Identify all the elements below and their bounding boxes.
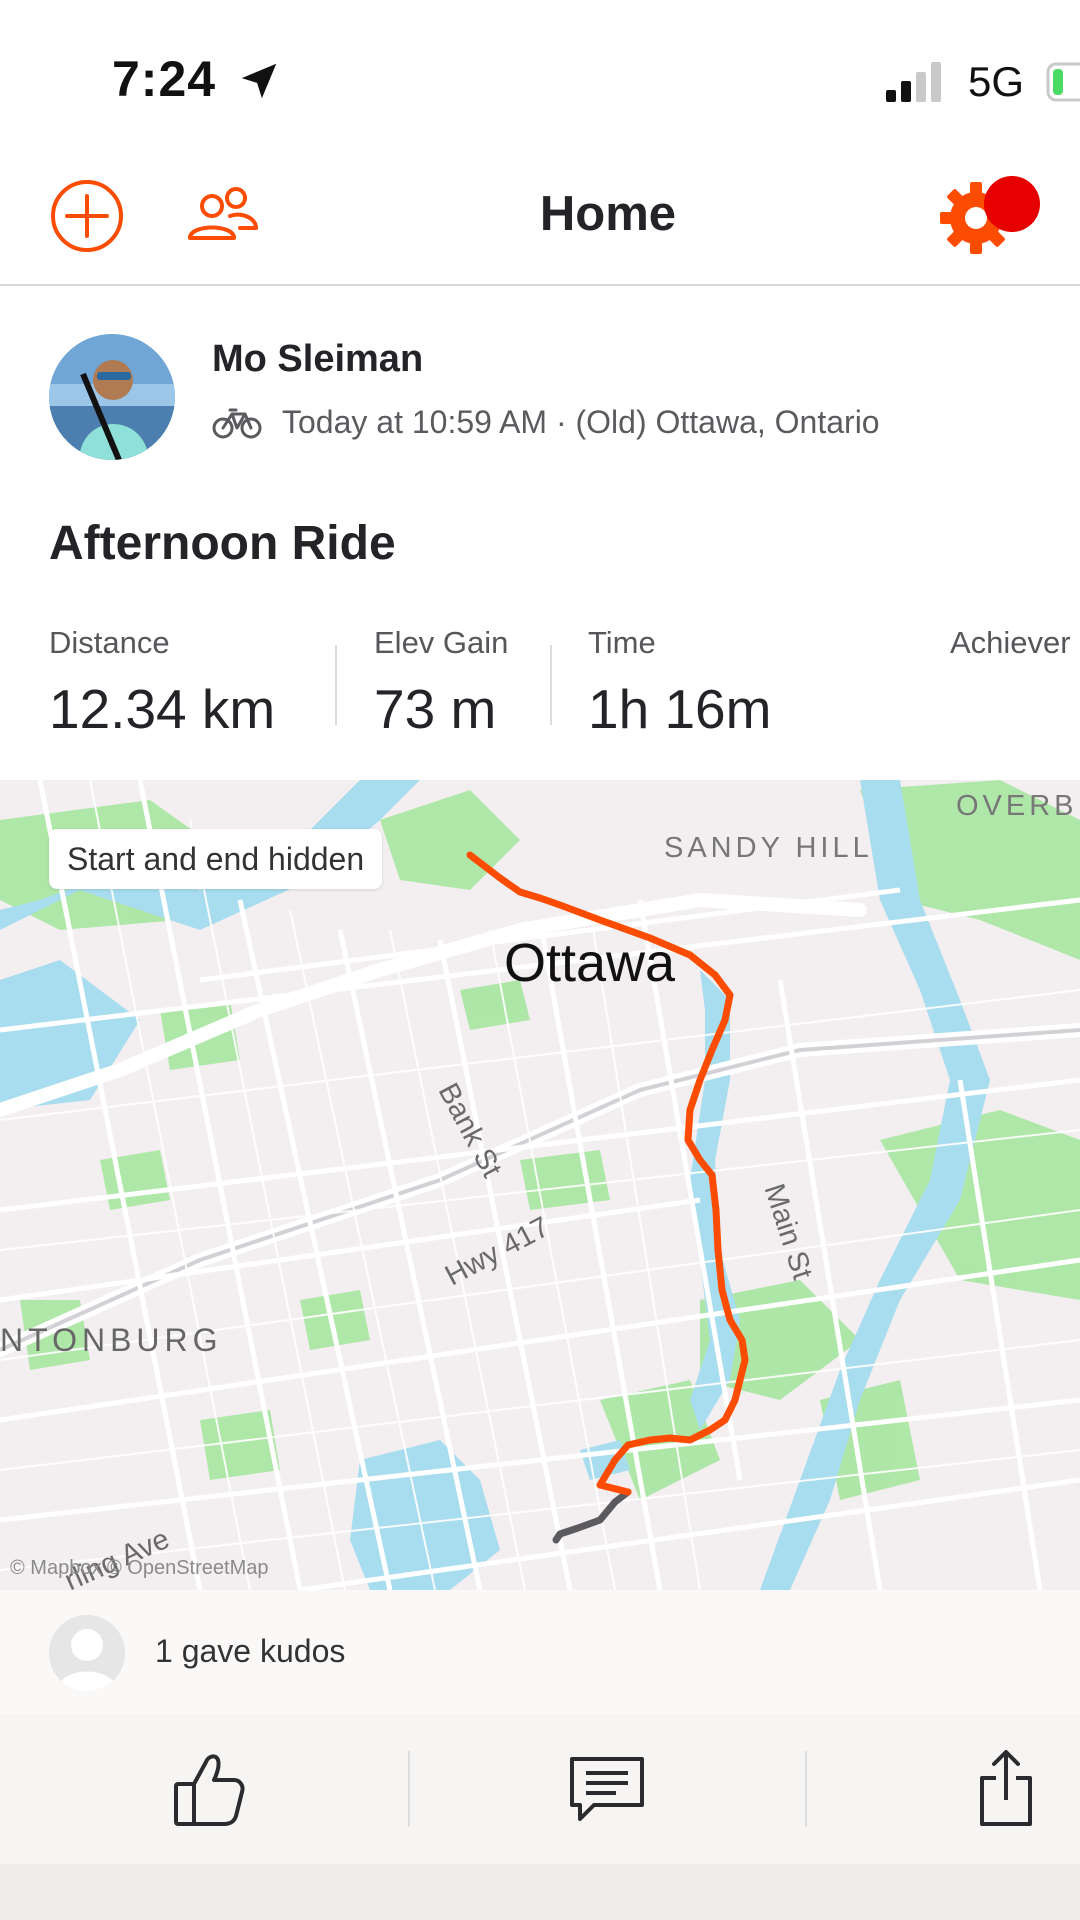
athlete-avatar[interactable] (49, 334, 175, 460)
stat-distance-value: 12.34 km (49, 678, 276, 740)
status-time: 7:24 (112, 51, 217, 107)
action-bar (0, 1714, 1080, 1864)
map-city-label: Ottawa (504, 933, 676, 993)
signal-icon (886, 62, 941, 102)
stat-time-value: 1h 16m (588, 678, 772, 740)
activity-title[interactable]: Afternoon Ride (49, 516, 396, 571)
share-icon[interactable] (978, 1748, 1034, 1828)
kudos-avatar (49, 1615, 125, 1691)
activity-meta: Today at 10:59 AM · (Old) Ottawa, Ontari… (282, 404, 880, 440)
stat-distance-label: Distance (49, 625, 170, 660)
action-divider (408, 1751, 410, 1827)
battery-icon (1046, 62, 1080, 102)
stat-elev-value: 73 m (374, 678, 497, 740)
thumbs-up-icon[interactable] (172, 1748, 248, 1828)
athlete-name[interactable]: Mo Sleiman (212, 338, 423, 381)
bike-icon (212, 408, 262, 439)
stat-divider (335, 645, 337, 725)
stat-achievements-label: Achiever (950, 625, 1071, 660)
header-title: Home (539, 187, 677, 241)
stat-divider (550, 645, 552, 725)
map-attribution[interactable]: © Mapbox © OpenStreetMap (10, 1557, 269, 1580)
comment-icon[interactable] (568, 1755, 646, 1825)
action-divider (805, 1751, 807, 1827)
map-label-sandy-hill: SANDY HILL (664, 832, 873, 864)
notification-badge (984, 176, 1040, 232)
kudos-count[interactable]: 1 gave kudos (155, 1633, 345, 1670)
location-arrow-icon (241, 63, 277, 99)
next-card-edge (0, 1864, 1080, 1920)
map-label-mechanicsville: NTONBURG (0, 1322, 223, 1358)
map-label-overbrook: OVERBI (956, 790, 1080, 822)
route-map[interactable] (0, 780, 1080, 1590)
network-type: 5G (968, 58, 1025, 105)
stat-time-label: Time (588, 625, 656, 660)
map-privacy-chip: Start and end hidden (49, 829, 383, 889)
stat-elev-label: Elev Gain (374, 625, 509, 660)
